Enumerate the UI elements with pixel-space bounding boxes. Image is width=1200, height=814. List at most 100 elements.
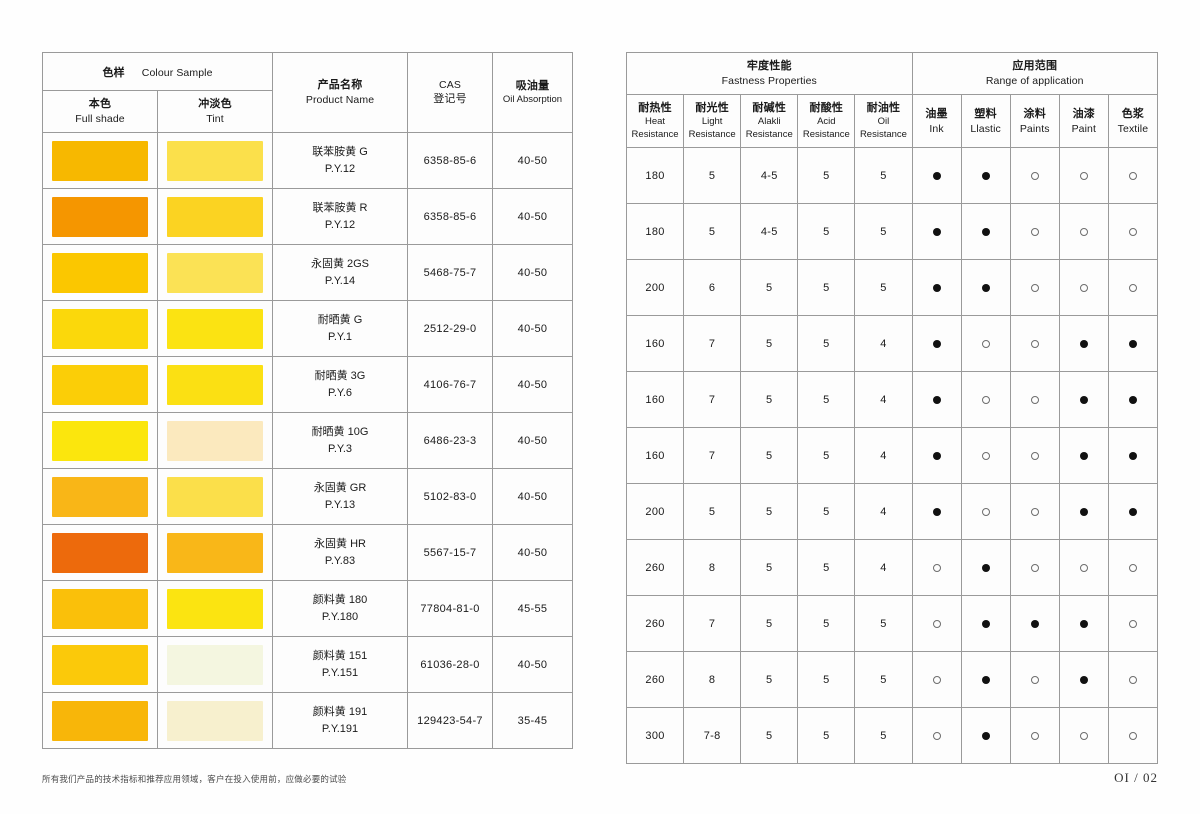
paints-mark-cell	[1009, 427, 1060, 485]
full-shade-swatch	[52, 420, 148, 461]
properties-header-group-row: 牢度性能 Fastness Properties 应用范围 Range of a…	[626, 51, 1159, 96]
oil-absorption-cell: 40-50	[492, 188, 573, 246]
properties-header-sub-row: 耐热性 Heat Resistance 耐光性 Light Resistance…	[625, 94, 1159, 149]
header-colour-sample: 色样 Colour Sample	[42, 52, 273, 91]
header-tint: 冲淡色 Tint	[157, 89, 273, 134]
acid-resistance-cell: 5	[797, 483, 856, 541]
header-acid-en1: Acid	[817, 115, 836, 127]
light-resistance-cell: 7	[683, 427, 742, 485]
header-heat-en1: Heat	[645, 115, 666, 127]
header-fastness-en: Fastness Properties	[721, 74, 817, 87]
hollow-circle-icon	[1030, 507, 1039, 516]
oil-absorption-cell: 40-50	[492, 356, 573, 414]
header-full-shade: 本色 Full shade	[42, 89, 158, 134]
tint-swatch-cell	[157, 468, 273, 526]
hollow-circle-icon	[1128, 171, 1137, 180]
light-resistance-cell: 7	[683, 315, 742, 373]
header-range-cn: 应用范围	[1012, 60, 1058, 72]
product-name-index: P.Y.180	[321, 610, 359, 623]
ink-mark-cell	[911, 427, 962, 485]
textile-mark-cell	[1107, 707, 1159, 765]
cas-cell: 2512-29-0	[407, 300, 493, 358]
page-number: OI / 02	[1114, 770, 1158, 785]
light-resistance-cell: 7	[683, 371, 742, 429]
ink-mark-cell	[911, 651, 962, 709]
tint-swatch	[167, 588, 263, 629]
plastic-mark-cell	[960, 259, 1011, 317]
header-product-name-cn: 产品名称	[317, 79, 363, 91]
cas-cell: 5468-75-7	[407, 244, 493, 302]
table-row: 耐晒黄 G P.Y.1 2512-29-0 40-50	[42, 300, 573, 358]
plastic-mark-cell	[960, 707, 1011, 765]
oil-absorption-cell: 45-55	[492, 580, 573, 638]
full-shade-swatch-cell	[42, 412, 158, 470]
product-name-cell: 耐晒黄 G P.Y.1	[272, 300, 408, 358]
product-name-cell: 耐晒黄 10G P.Y.3	[272, 412, 408, 470]
product-name-cn: 永固黄 2GS	[310, 258, 370, 271]
paints-mark-cell	[1009, 371, 1060, 429]
light-resistance-cell: 8	[683, 651, 742, 709]
paints-mark-cell	[1009, 315, 1060, 373]
filled-circle-icon	[1128, 451, 1137, 460]
properties-panel: 牢度性能 Fastness Properties 应用范围 Range of a…	[625, 51, 1159, 765]
hollow-circle-icon	[1030, 395, 1039, 404]
table-row: 260 8 5 5 4	[625, 539, 1159, 597]
filled-circle-icon	[1079, 339, 1088, 348]
table-row: 180 5 4-5 5 5	[625, 147, 1159, 205]
table-row: 160 7 5 5 4	[625, 315, 1159, 373]
hollow-circle-icon	[1030, 731, 1039, 740]
full-shade-swatch-cell	[42, 300, 158, 358]
tint-swatch	[167, 644, 263, 685]
product-name-index: P.Y.3	[327, 442, 353, 455]
hollow-circle-icon	[1030, 339, 1039, 348]
hollow-circle-icon	[932, 731, 941, 740]
header-oil-cn: 耐油性	[866, 102, 901, 115]
filled-circle-icon	[981, 283, 990, 292]
filled-circle-icon	[981, 731, 990, 740]
oil-absorption-cell: 40-50	[492, 636, 573, 694]
full-shade-swatch-cell	[42, 692, 158, 750]
page-spread: 色样 Colour Sample 产品名称 Product Name CAS 登…	[0, 51, 1200, 765]
tint-swatch	[167, 196, 263, 237]
full-shade-swatch	[52, 532, 148, 573]
header-heat-resistance: 耐热性 Heat Resistance	[625, 94, 685, 149]
hollow-circle-icon	[1030, 227, 1039, 236]
header-ink-en: Ink	[929, 122, 944, 135]
paints-mark-cell	[1009, 651, 1060, 709]
table-row: 联苯胺黄 G P.Y.12 6358-85-6 40-50	[42, 132, 573, 190]
tint-swatch	[167, 420, 263, 461]
textile-mark-cell	[1107, 539, 1159, 597]
product-name-cell: 颜料黄 191 P.Y.191	[272, 692, 408, 750]
header-textile-cn: 色浆	[1121, 107, 1145, 120]
table-header-group-row: 色样 Colour Sample 产品名称 Product Name CAS 登…	[42, 51, 573, 134]
tint-swatch	[167, 476, 263, 517]
oil-absorption-cell: 40-50	[492, 244, 573, 302]
tint-swatch	[167, 308, 263, 349]
oil-resistance-cell: 5	[854, 203, 913, 261]
hollow-circle-icon	[1079, 171, 1088, 180]
header-alkali-cn: 耐碱性	[752, 102, 787, 115]
tint-swatch-cell	[157, 188, 273, 246]
header-colour-sample-cn: 色样	[102, 66, 125, 79]
light-resistance-cell: 6	[683, 259, 742, 317]
oil-resistance-cell: 4	[854, 539, 913, 597]
alkali-resistance-cell: 4-5	[740, 203, 799, 261]
header-colour-sample-en: Colour Sample	[141, 66, 213, 79]
heat-resistance-cell: 160	[625, 315, 685, 373]
tint-swatch-cell	[157, 244, 273, 302]
header-tint-en: Tint	[206, 112, 224, 125]
hollow-circle-icon	[1030, 283, 1039, 292]
product-name-cell: 永固黄 GR P.Y.13	[272, 468, 408, 526]
textile-mark-cell	[1107, 259, 1159, 317]
hollow-circle-icon	[1079, 731, 1088, 740]
filled-circle-icon	[981, 171, 990, 180]
hollow-circle-icon	[1128, 731, 1137, 740]
oil-resistance-cell: 5	[854, 595, 913, 653]
heat-resistance-cell: 160	[625, 371, 685, 429]
alkali-resistance-cell: 5	[740, 651, 799, 709]
header-plastic-en: Llastic	[970, 122, 1001, 135]
oil-resistance-cell: 5	[854, 651, 913, 709]
header-light-resistance: 耐光性 Light Resistance	[683, 94, 742, 149]
cas-cell: 6486-23-3	[407, 412, 493, 470]
table-row: 联苯胺黄 R P.Y.12 6358-85-6 40-50	[42, 188, 573, 246]
